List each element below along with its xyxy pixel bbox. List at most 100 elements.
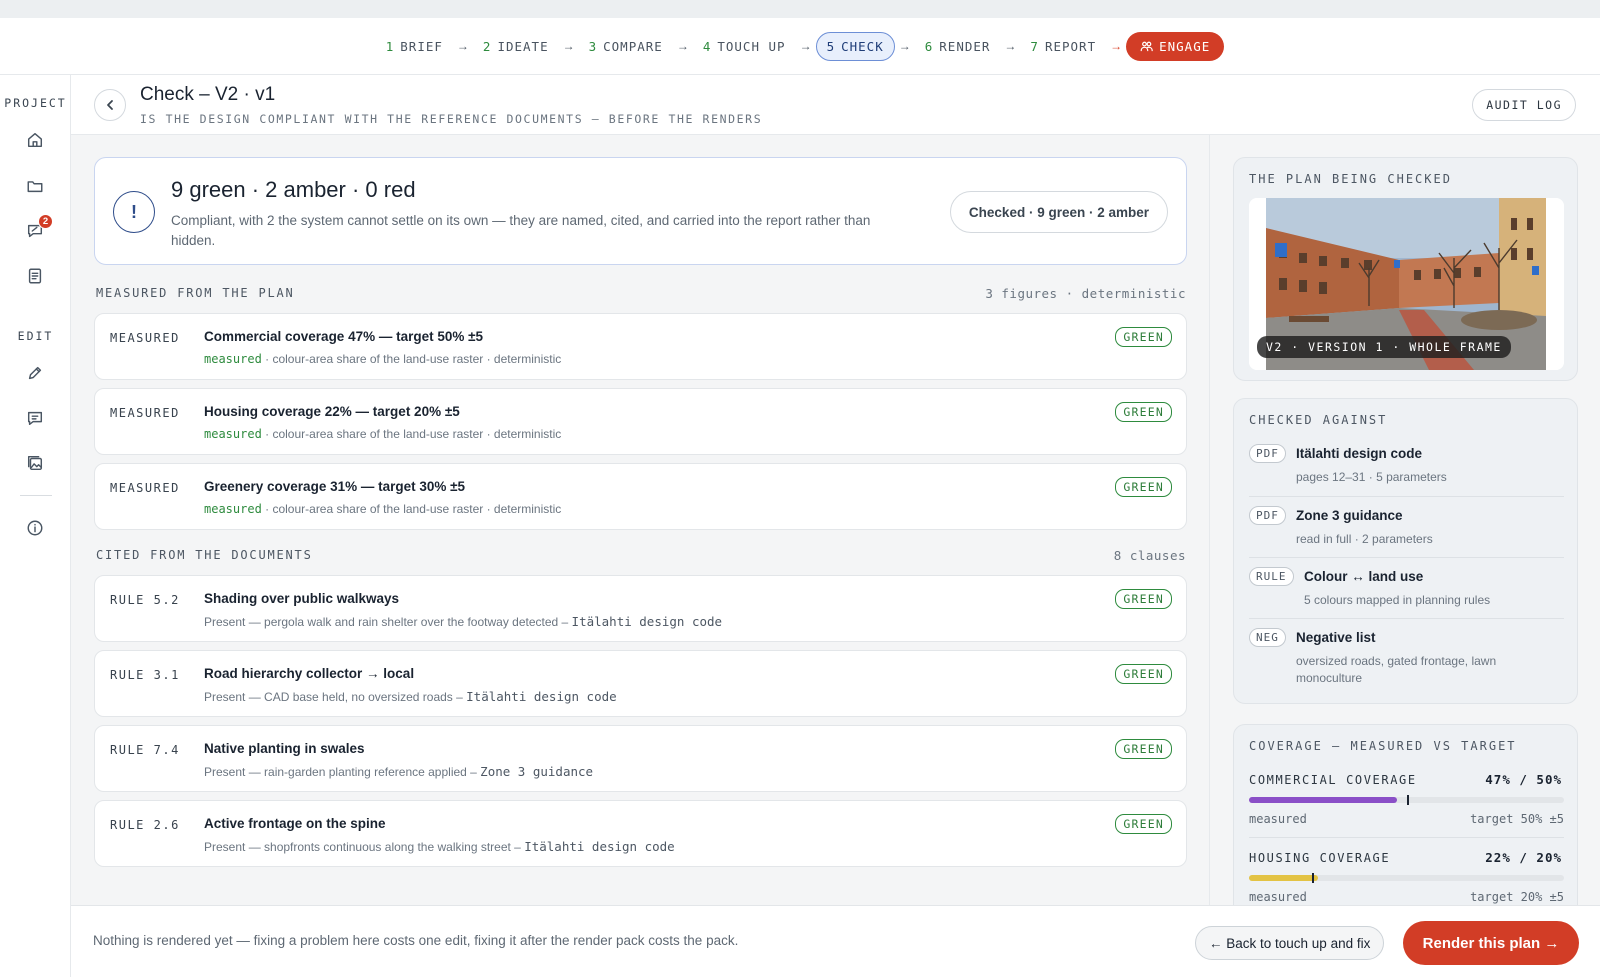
gallery-icon[interactable] <box>23 451 47 475</box>
engage-button[interactable]: ENGAGE <box>1126 31 1225 61</box>
step-check[interactable]: 5 CHECK <box>815 31 895 61</box>
plan-photo[interactable]: V2 · VERSION 1 · WHOLE FRAME <box>1249 198 1564 370</box>
row-tag: RULE 7.4 <box>110 743 180 757</box>
doc-name: Negative list <box>1296 630 1376 645</box>
sidebar-divider <box>20 495 52 496</box>
rule-row[interactable]: RULE 3.1 Road hierarchy collector → loca… <box>94 650 1187 717</box>
coverage-bar <box>1249 873 1564 883</box>
cited-meta: 8 clauses <box>1113 548 1186 563</box>
step-arrow-icon: → <box>898 39 911 53</box>
list-divider <box>1249 837 1564 838</box>
row-detail: · colour-area share of the land-use rast… <box>261 427 562 441</box>
reference-doc-item[interactable]: RULE Colour ↔ land use 5 colours mapped … <box>1249 567 1564 611</box>
row-subtitle: measured · colour-area share of the land… <box>204 502 561 516</box>
summary-status-pill[interactable]: Checked · 9 green · 2 amber <box>949 191 1168 233</box>
people-icon <box>1140 41 1153 51</box>
step-render[interactable]: 6 RENDER <box>915 33 1001 60</box>
row-detail: Present — rain-garden planting reference… <box>204 765 481 779</box>
folder-icon[interactable] <box>23 174 47 198</box>
doc-desc: 5 colours mapped in planning rules <box>1304 593 1491 607</box>
coverage-target-marker <box>1312 873 1314 883</box>
doc-type-tag: NEG <box>1249 628 1286 647</box>
status-badge: GREEN <box>1115 402 1172 422</box>
sidebar-project-label: PROJECT <box>4 96 67 110</box>
rule-row[interactable]: RULE 2.6 Active frontage on the spine Pr… <box>94 800 1187 867</box>
summary-title: 9 green · 2 amber · 0 red <box>171 177 416 202</box>
info-icon[interactable] <box>23 516 47 540</box>
audit-log-button[interactable]: AUDIT LOG <box>1472 89 1576 121</box>
engage-label: ENGAGE <box>1159 38 1211 54</box>
step-touch-up[interactable]: 4 TOUCH UP <box>693 33 796 60</box>
doc-name: Itälahti design code <box>1296 446 1423 461</box>
doc-type-tag: RULE <box>1249 567 1294 586</box>
row-detail: Present — CAD base held, no oversized ro… <box>204 690 467 704</box>
reference-doc-item[interactable]: PDF Zone 3 guidance read in full · 2 par… <box>1249 506 1564 550</box>
chat-icon[interactable] <box>23 406 47 430</box>
coverage-measured-note: measured <box>1249 890 1307 904</box>
rule-row[interactable]: RULE 7.4 Native planting in swales Prese… <box>94 725 1187 792</box>
reference-doc-item[interactable]: NEG Negative list oversized roads, gated… <box>1249 628 1564 690</box>
measured-row[interactable]: MEASURED Commercial coverage 47% — targe… <box>94 313 1187 380</box>
coverage-meta: measured target 50% ±5 <box>1249 812 1564 826</box>
alert-icon: ! <box>113 191 155 233</box>
main-content: ! 9 green · 2 amber · 0 red Compliant, w… <box>71 135 1209 905</box>
row-source-doc: Itälahti design code <box>571 614 723 629</box>
footer-bar: Nothing is rendered yet — fixing a probl… <box>71 905 1600 977</box>
row-detail: Present — pergola walk and rain shelter … <box>204 615 572 629</box>
step-label: TOUCH UP <box>717 38 786 54</box>
row-tag: RULE 2.6 <box>110 818 180 832</box>
pencil-icon[interactable] <box>23 361 47 385</box>
coverage-measured-note: measured <box>1249 812 1307 826</box>
back-to-touch-up-button[interactable]: ← Back to touch up and fix <box>1195 926 1385 960</box>
coverage-bar-fill <box>1249 875 1319 881</box>
step-arrow-icon: → <box>562 39 575 53</box>
row-subtitle: Present — pergola walk and rain shelter … <box>204 614 722 629</box>
step-compare[interactable]: 3 COMPARE <box>579 33 673 60</box>
home-icon[interactable] <box>23 128 47 152</box>
step-number: 1 <box>385 38 395 54</box>
footer-note: Nothing is rendered yet — fixing a probl… <box>93 933 739 948</box>
row-subtitle: measured · colour-area share of the land… <box>204 352 561 366</box>
row-method: measured <box>204 502 262 516</box>
row-tag: RULE 5.2 <box>110 593 180 607</box>
back-button[interactable] <box>94 89 126 121</box>
row-tag: MEASURED <box>110 406 180 420</box>
step-arrow-icon: → <box>1110 39 1123 53</box>
row-title: Commercial coverage 47% — target 50% ±5 <box>204 329 484 344</box>
measured-heading: MEASURED FROM THE PLAN <box>96 286 295 300</box>
notification-badge: 2 <box>38 214 53 229</box>
step-number: 6 <box>924 38 934 54</box>
step-brief[interactable]: 1 BRIEF <box>376 33 453 60</box>
coverage-meta: measured target 20% ±5 <box>1249 890 1564 904</box>
row-tag: MEASURED <box>110 331 180 345</box>
step-number: 3 <box>588 38 598 54</box>
plan-card: THE PLAN BEING CHECKED V2 · VERSION 1 · … <box>1233 157 1578 381</box>
reference-doc-item[interactable]: PDF Itälahti design code pages 12–31 · 5… <box>1249 444 1564 488</box>
comments-icon[interactable]: 2 <box>23 214 53 243</box>
row-source-doc: Itälahti design code <box>466 689 617 704</box>
step-arrow-icon: → <box>456 39 469 53</box>
coverage-title: COVERAGE — MEASURED VS TARGET <box>1249 739 1517 753</box>
row-method: measured <box>204 427 262 441</box>
plan-card-title: THE PLAN BEING CHECKED <box>1249 172 1452 186</box>
measured-section-header: MEASURED FROM THE PLAN 3 figures · deter… <box>96 286 1186 301</box>
right-panel: THE PLAN BEING CHECKED V2 · VERSION 1 · … <box>1209 135 1600 905</box>
workflow-steps: 1 BRIEF → 2 IDEATE → 3 COMPARE → 4 TOUCH UP … <box>376 31 1225 61</box>
doc-name: Zone 3 guidance <box>1296 508 1403 523</box>
measured-row[interactable]: MEASURED Greenery coverage 31% — target … <box>94 463 1187 530</box>
step-ideate[interactable]: 2 IDEATE <box>473 33 559 60</box>
step-label: IDEATE <box>497 38 549 54</box>
row-title: Greenery coverage 31% — target 30% ±5 <box>204 479 466 494</box>
step-number: 4 <box>702 38 712 54</box>
step-report[interactable]: 7 REPORT <box>1020 33 1106 60</box>
render-plan-button[interactable]: Render this plan → <box>1403 921 1579 965</box>
rule-row[interactable]: RULE 5.2 Shading over public walkways Pr… <box>94 575 1187 642</box>
coverage-bar <box>1249 795 1564 805</box>
page-subtitle: IS THE DESIGN COMPLIANT WITH THE REFEREN… <box>140 112 763 126</box>
top-strip <box>0 0 1600 18</box>
summary-text: Compliant, with 2 the system cannot sett… <box>171 213 871 248</box>
row-detail: · colour-area share of the land-use rast… <box>261 352 562 366</box>
measured-row[interactable]: MEASURED Housing coverage 22% — target 2… <box>94 388 1187 455</box>
document-icon[interactable] <box>23 264 47 288</box>
status-badge: GREEN <box>1115 327 1172 347</box>
